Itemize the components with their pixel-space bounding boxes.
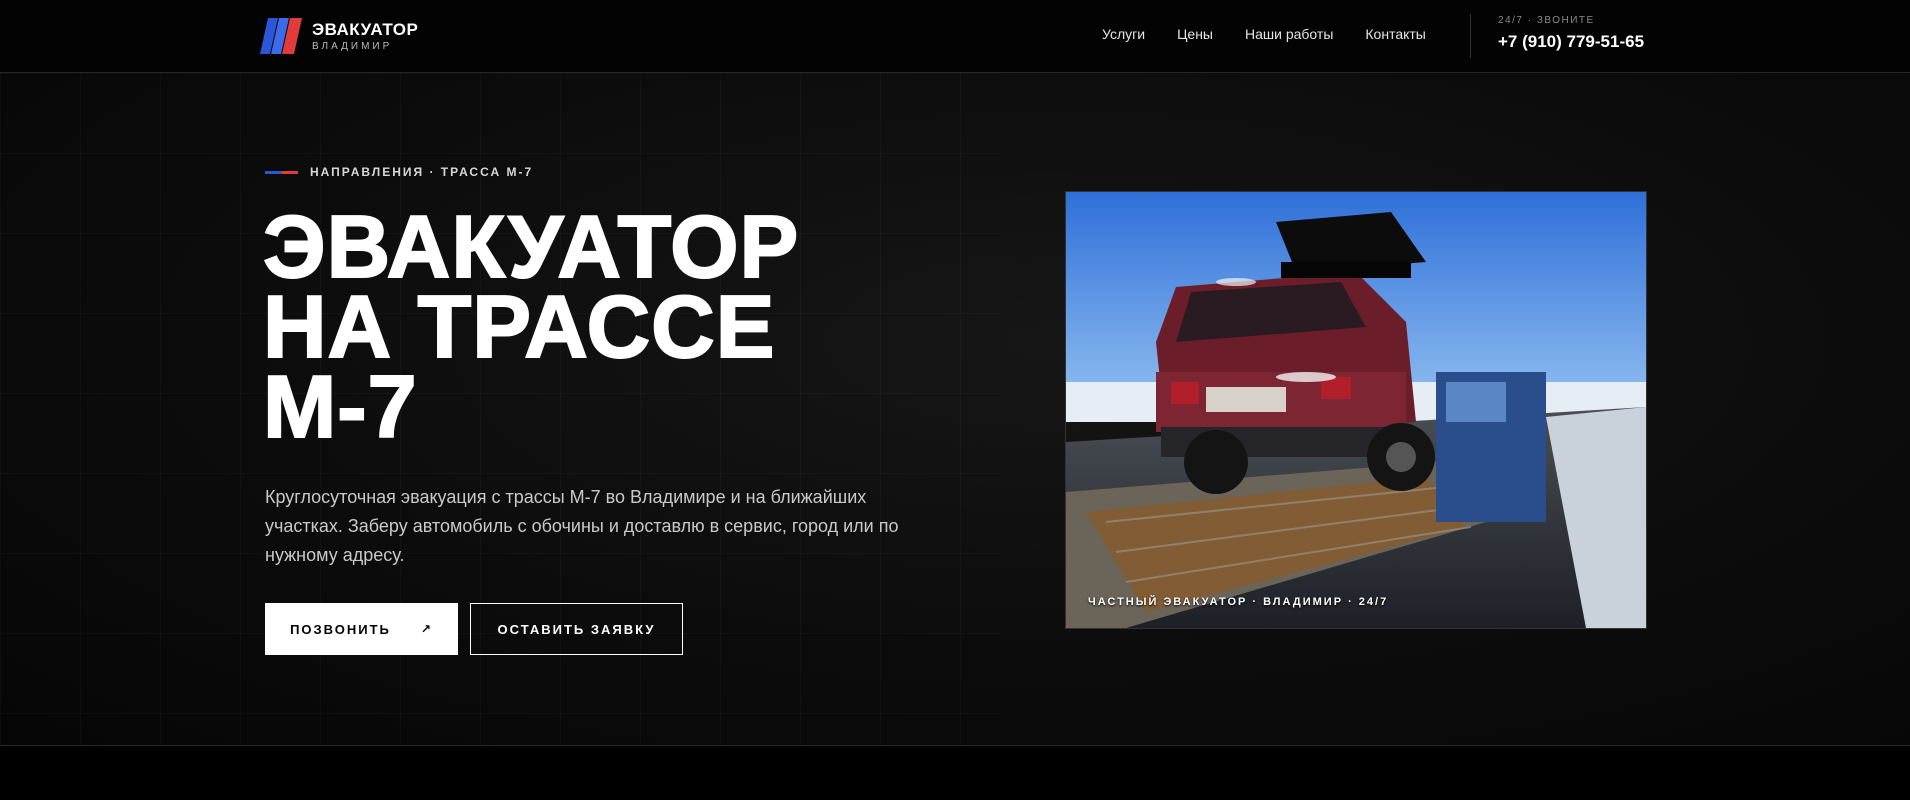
nav-link-contacts[interactable]: Контакты xyxy=(1365,26,1425,42)
headline-line-2: НА ТРАССЕ xyxy=(262,277,776,376)
hero-section: НАПРАВЛЕНИЯ · ТРАССА М-7 ЭВАКУАТОР НА ТР… xyxy=(0,73,1910,746)
headline-line-1: ЭВАКУАТОР xyxy=(262,197,800,296)
eyebrow-line xyxy=(265,170,298,174)
arrow-up-right-icon: ↗ xyxy=(420,622,433,636)
photo-caption: ЧАСТНЫЙ ЭВАКУАТОР · ВЛАДИМИР · 24/7 xyxy=(1088,596,1389,608)
request-button-label: ОСТАВИТЬ ЗАЯВКУ xyxy=(497,621,656,637)
logo-title: ЭВАКУАТОР xyxy=(312,19,419,39)
headline-line-3: М-7 xyxy=(262,357,418,456)
nav-link-works[interactable]: Наши работы xyxy=(1245,26,1333,42)
nav-link-services[interactable]: Услуги xyxy=(1102,26,1145,42)
main-nav: Услуги Цены Наши работы Контакты xyxy=(1102,26,1426,42)
phone-caption: 24/7 · ЗВОНИТЕ xyxy=(1498,15,1595,26)
header-phone: 24/7 · ЗВОНИТЕ +7 (910) 779-51-65 xyxy=(1498,15,1644,52)
eyebrow-text: НАПРАВЛЕНИЯ · ТРАССА М-7 xyxy=(310,165,534,179)
header-divider xyxy=(1470,14,1471,58)
call-button[interactable]: ПОЗВОНИТЬ ↗ xyxy=(265,603,458,655)
hero-eyebrow: НАПРАВЛЕНИЯ · ТРАССА М-7 xyxy=(265,165,533,179)
flag-stripes-icon xyxy=(260,18,302,54)
request-button[interactable]: ОСТАВИТЬ ЗАЯВКУ xyxy=(470,603,683,655)
call-button-label: ПОЗВОНИТЬ xyxy=(290,621,391,637)
tow-truck-photo xyxy=(1066,192,1646,628)
logo[interactable]: ЭВАКУАТОР ВЛАДИМИР xyxy=(260,18,418,54)
site-header: ЭВАКУАТОР ВЛАДИМИР Услуги Цены Наши рабо… xyxy=(0,0,1910,73)
nav-link-prices[interactable]: Цены xyxy=(1177,26,1213,42)
logo-subtitle: ВЛАДИМИР xyxy=(312,40,393,52)
phone-number-link[interactable]: +7 (910) 779-51-65 xyxy=(1498,32,1644,52)
hero-photo: ЧАСТНЫЙ ЭВАКУАТОР · ВЛАДИМИР · 24/7 xyxy=(1065,191,1647,629)
hero-lead-text: Круглосуточная эвакуация с трассы М-7 во… xyxy=(265,487,899,565)
hero-headline: ЭВАКУАТОР НА ТРАССЕ М-7 xyxy=(262,197,800,456)
